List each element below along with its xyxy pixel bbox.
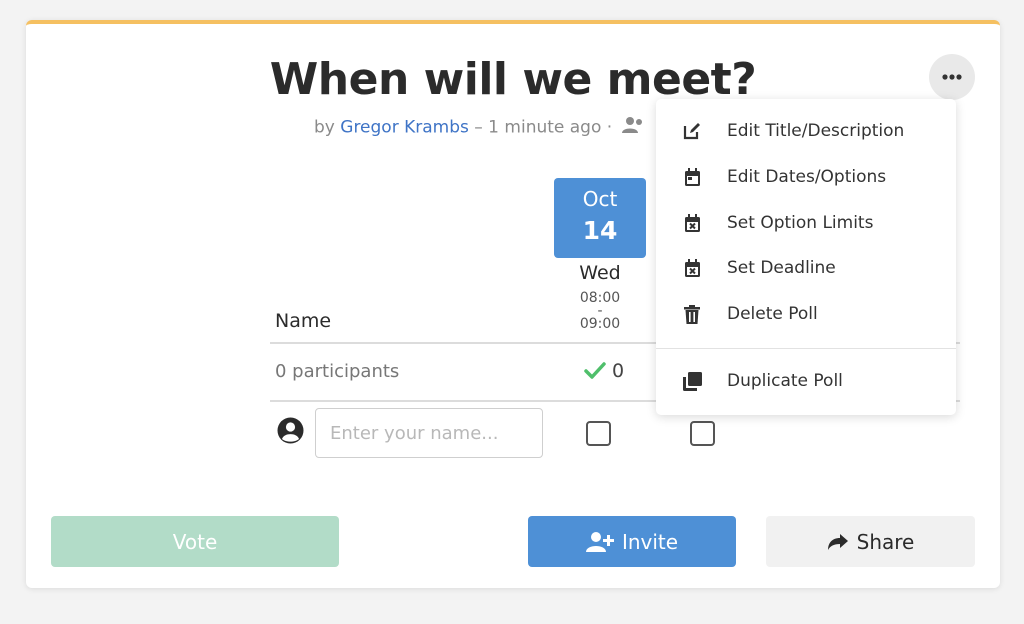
menu-item-option-limits[interactable]: Set Option Limits bbox=[656, 203, 956, 243]
menu-item-duplicate-poll[interactable]: Duplicate Poll bbox=[656, 361, 956, 401]
date-header: Oct 14 bbox=[554, 178, 646, 258]
participants-count: 0 participants bbox=[275, 361, 400, 382]
share-label: Share bbox=[856, 529, 915, 554]
name-column-header: Name bbox=[275, 310, 332, 332]
copy-icon bbox=[680, 371, 704, 391]
menu-item-label: Delete Poll bbox=[727, 304, 818, 324]
user-plus-icon bbox=[585, 531, 614, 552]
menu-item-label: Set Option Limits bbox=[727, 213, 874, 233]
menu-item-edit-title[interactable]: Edit Title/Description bbox=[656, 111, 956, 151]
share-icon bbox=[827, 533, 848, 550]
more-options-button[interactable] bbox=[929, 54, 975, 100]
author-link[interactable]: Gregor Krambs bbox=[340, 118, 469, 138]
vote-count-value: 0 bbox=[612, 360, 625, 382]
time-end: 09:00 bbox=[579, 316, 621, 332]
trash-icon bbox=[680, 304, 704, 324]
menu-item-label: Edit Title/Description bbox=[727, 121, 905, 141]
vote-label: Vote bbox=[172, 529, 218, 554]
vote-button[interactable]: Vote bbox=[51, 516, 339, 567]
option-1-checkbox[interactable] bbox=[586, 421, 611, 446]
option-2-checkbox[interactable] bbox=[690, 421, 715, 446]
time-ago: – 1 minute ago · bbox=[474, 117, 613, 138]
ellipsis-icon bbox=[942, 74, 962, 80]
menu-item-label: Duplicate Poll bbox=[727, 371, 843, 391]
name-input[interactable] bbox=[315, 408, 543, 458]
poll-card: When will we meet? by Gregor Krambs – 1 … bbox=[26, 20, 1000, 588]
menu-item-label: Edit Dates/Options bbox=[727, 167, 887, 187]
date-weekday: Wed bbox=[579, 262, 621, 284]
date-month: Oct bbox=[582, 187, 618, 211]
invite-label: Invite bbox=[621, 529, 679, 554]
date-day: 14 bbox=[582, 216, 618, 245]
option-vote-count: 0 bbox=[584, 360, 624, 382]
calendar-x-icon bbox=[680, 258, 704, 278]
calendar-x-icon bbox=[680, 213, 704, 233]
time-range: 08:00 - 09:00 bbox=[554, 291, 646, 332]
share-button[interactable]: Share bbox=[766, 516, 975, 567]
check-icon bbox=[584, 362, 606, 379]
participants-icon bbox=[621, 116, 646, 139]
poll-options-menu: Edit Title/Description Edit Dates/Option… bbox=[656, 99, 956, 415]
menu-item-set-deadline[interactable]: Set Deadline bbox=[656, 248, 956, 288]
menu-divider bbox=[656, 348, 956, 349]
menu-item-edit-dates[interactable]: Edit Dates/Options bbox=[656, 157, 956, 197]
user-avatar-icon bbox=[277, 417, 304, 448]
by-label: by bbox=[314, 117, 335, 138]
menu-item-label: Set Deadline bbox=[727, 258, 836, 278]
calendar-icon bbox=[680, 167, 704, 187]
invite-button[interactable]: Invite bbox=[528, 516, 736, 567]
menu-item-delete-poll[interactable]: Delete Poll bbox=[656, 294, 956, 334]
edit-icon bbox=[680, 121, 704, 141]
poll-title: When will we meet? bbox=[269, 54, 757, 105]
poll-meta: by Gregor Krambs – 1 minute ago · bbox=[314, 116, 646, 139]
